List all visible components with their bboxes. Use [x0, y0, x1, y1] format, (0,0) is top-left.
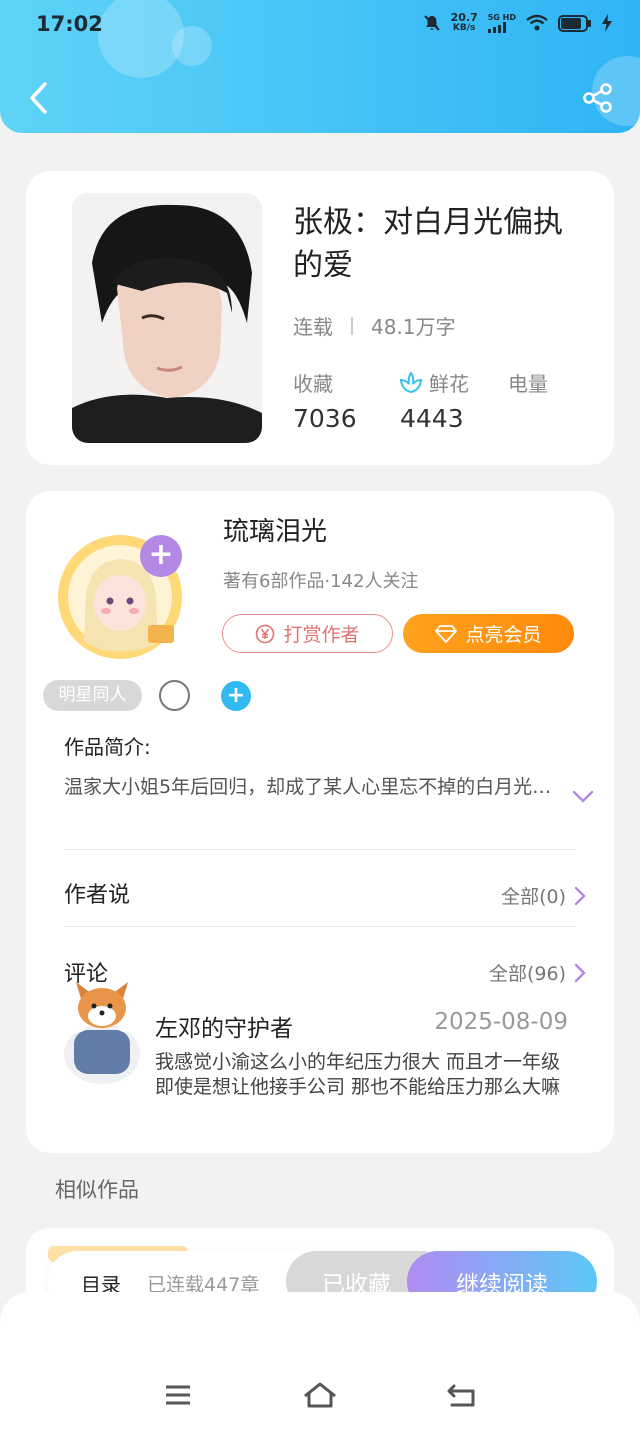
favorites-value: 7036: [293, 404, 357, 433]
intro-text[interactable]: 温家大小姐5年后回归，却成了某人心里忘不掉的白月光…: [64, 774, 554, 801]
author-name[interactable]: 琉璃泪光: [223, 511, 327, 548]
wifi-icon: [526, 14, 548, 31]
decor-bubble: [172, 26, 212, 66]
menu-icon: [166, 1385, 190, 1405]
diamond-icon: [435, 624, 458, 643]
share-icon: [583, 83, 612, 113]
book-title: 张极：对白月光偏执的爱: [293, 205, 563, 283]
book-info-card: 张极：对白月光偏执的爱 连载 48.1万字 收藏 鲜花 电量 7036 4443: [26, 171, 614, 465]
commenter-name[interactable]: 左邓的守护者: [155, 1009, 293, 1043]
commenter-avatar[interactable]: [60, 978, 146, 1090]
flowers-label: 鲜花: [429, 372, 469, 396]
author-says-more[interactable]: 全部(0): [501, 882, 586, 909]
category-tag[interactable]: 明星同人: [43, 680, 142, 711]
comment-text[interactable]: 我感觉小渝这么小的年纪压力很大 而且才一年级 即使是想让他接手公司 那也不能给压…: [155, 1050, 575, 1100]
serial-status: 连载: [293, 315, 333, 339]
tip-author-label: 打赏作者: [283, 624, 360, 646]
battery-icon: [558, 14, 591, 32]
comments-count: 全部(96): [488, 963, 566, 985]
decor-bubble: [98, 0, 184, 78]
status-icons: 20.7 KB/s 5G HD: [423, 12, 612, 34]
book-cover[interactable]: [72, 193, 262, 443]
expand-intro-button[interactable]: [572, 789, 594, 808]
comments-more[interactable]: 全部(96): [489, 959, 586, 986]
word-count: 48.1万字: [371, 315, 456, 339]
meta-divider: [351, 316, 353, 335]
light-vip-label: 点亮会员: [465, 624, 542, 646]
chevron-down-icon: [572, 790, 594, 803]
favorites-label: 收藏: [293, 372, 333, 396]
divider: [64, 849, 576, 850]
back-nav-button[interactable]: [442, 1380, 482, 1412]
intro-title: 作品简介:: [64, 735, 151, 759]
chevron-right-icon: [574, 886, 586, 905]
flowers-stat[interactable]: 鲜花: [399, 368, 469, 397]
system-nav-bar: [0, 1292, 640, 1433]
mute-bell-icon: [423, 15, 440, 31]
back-button[interactable]: [20, 80, 56, 116]
tip-author-button[interactable]: 打赏作者: [222, 614, 393, 653]
charging-icon: [602, 14, 612, 32]
signal-icon: 5G HD: [487, 13, 516, 33]
author-says-count: 全部(0): [501, 886, 566, 908]
divider: [64, 926, 576, 927]
light-vip-button[interactable]: 点亮会员: [403, 614, 574, 653]
add-tag-button[interactable]: +: [221, 681, 251, 711]
back-icon: [447, 1384, 475, 1407]
app-header: 17:02 20.7 KB/s 5G HD: [0, 0, 640, 133]
follow-author-button[interactable]: +: [140, 535, 182, 577]
similar-title: 相似作品: [55, 1178, 139, 1202]
power-label: 电量: [508, 372, 548, 396]
home-button[interactable]: [300, 1380, 340, 1412]
flower-icon: [399, 371, 423, 393]
flowers-value: 4443: [400, 404, 464, 433]
yen-coin-icon: [256, 624, 275, 643]
author-stats: 著有6部作品·142人关注: [223, 571, 419, 592]
status-time: 17:02: [36, 12, 103, 36]
share-button[interactable]: [582, 82, 618, 118]
tag-placeholder[interactable]: [159, 680, 190, 711]
comment-date: 2025-08-09: [434, 1009, 568, 1035]
net-speed: 20.7 KB/s: [450, 11, 478, 33]
home-icon: [304, 1382, 336, 1408]
author-says-title: 作者说: [64, 883, 131, 908]
chevron-right-icon: [574, 963, 586, 982]
book-meta: 连载 48.1万字: [293, 311, 456, 340]
details-card: + 琉璃泪光 著有6部作品·142人关注 打赏作者 点亮会员 明星同人 + 作品…: [26, 491, 614, 1153]
menu-button[interactable]: [158, 1380, 198, 1412]
chevron-left-icon: [30, 82, 47, 114]
